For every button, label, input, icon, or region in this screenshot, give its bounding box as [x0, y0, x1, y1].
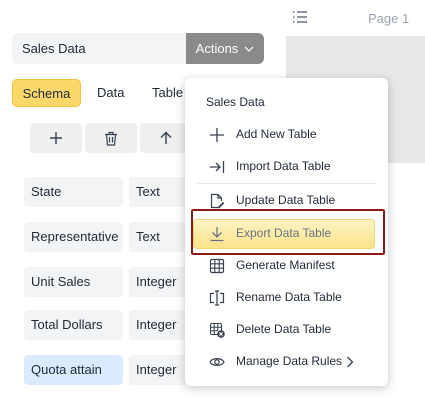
menu-item-generate-manifest[interactable]: Generate Manifest [185, 251, 388, 281]
table-grid-icon [209, 258, 225, 274]
menu-item-label: Rename Data Table [236, 290, 342, 304]
field-type[interactable]: Integer [129, 267, 193, 297]
field-name[interactable]: Representative [24, 222, 123, 252]
add-field-button[interactable] [30, 123, 82, 153]
document-header: Page 1 [286, 0, 425, 37]
delete-field-button[interactable] [85, 123, 137, 153]
field-name[interactable]: Unit Sales [24, 267, 123, 297]
field-type[interactable]: Text [129, 222, 193, 252]
table-delete-icon [209, 322, 225, 338]
field-type[interactable]: Integer [129, 355, 193, 385]
trash-icon [104, 131, 118, 146]
field-name[interactable]: State [24, 177, 123, 207]
page-label: Page 1 [368, 11, 410, 26]
chevron-down-icon [244, 46, 254, 52]
tab-schema[interactable]: Schema [12, 79, 81, 107]
menu-item-label: Update Data Table [236, 193, 336, 207]
menu-item-delete-data-table[interactable]: Delete Data Table [185, 315, 388, 345]
tab-table[interactable]: Table [152, 79, 183, 107]
field-name[interactable]: Quota attain [24, 355, 123, 385]
actions-label: Actions [195, 41, 239, 56]
arrow-up-icon [159, 131, 173, 145]
menu-item-manage-data-rules[interactable]: Manage Data Rules [185, 347, 388, 377]
menu-item-import-data-table[interactable]: Import Data Table [185, 152, 388, 182]
menu-item-rename-data-table[interactable]: Rename Data Table [185, 283, 388, 313]
highlight-frame [191, 209, 385, 255]
menu-item-label: Generate Manifest [236, 258, 335, 272]
field-type[interactable]: Text [129, 177, 193, 207]
text-cursor-icon [209, 290, 225, 306]
menu-item-add-new-table[interactable]: Add New Table [185, 120, 388, 150]
plus-icon [49, 131, 63, 145]
field-name[interactable]: Total Dollars [24, 310, 123, 340]
import-icon [209, 159, 225, 175]
menu-item-label: Delete Data Table [236, 322, 332, 336]
tab-data[interactable]: Data [97, 79, 124, 107]
menu-item-label: Add New Table [236, 127, 317, 141]
chevron-right-icon [346, 356, 354, 368]
plus-icon [209, 127, 225, 143]
eye-icon [209, 354, 225, 370]
menu-divider [197, 183, 377, 184]
menu-item-label: Manage Data Rules [236, 354, 343, 368]
menu-item-label: Import Data Table [236, 159, 331, 173]
table-name-input[interactable] [12, 33, 188, 64]
list-icon[interactable] [292, 10, 308, 24]
document-edit-icon [209, 193, 225, 209]
actions-button[interactable]: Actions [186, 33, 264, 64]
field-type[interactable]: Integer [129, 310, 193, 340]
menu-title: Sales Data [206, 95, 265, 109]
